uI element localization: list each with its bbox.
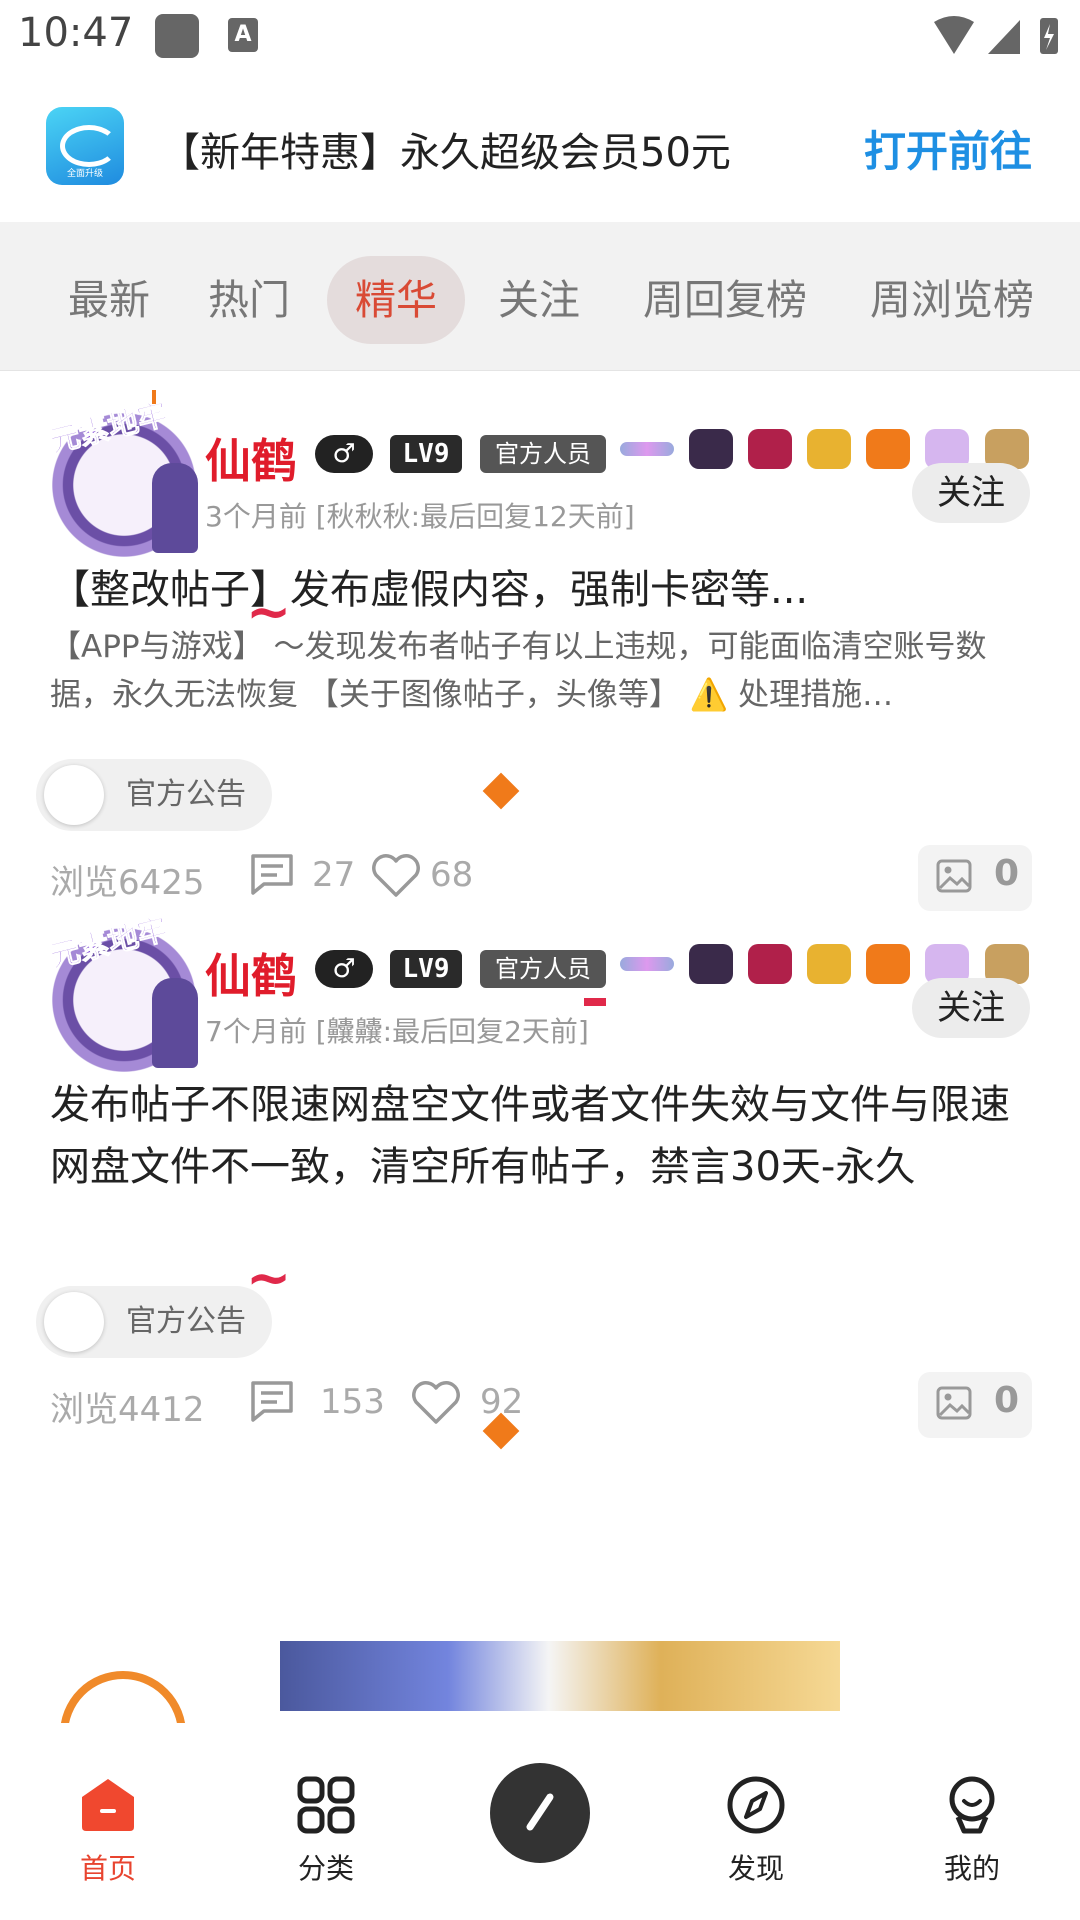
- promo-banner[interactable]: 全面升级 【新年特惠】永久超级会员50元 打开前往: [0, 90, 1080, 222]
- official-announcement-toggle[interactable]: 官方公告: [36, 1286, 272, 1358]
- nav-home-label: 首页: [79, 1852, 136, 1885]
- medal-badge: [689, 429, 734, 469]
- medal-badge: [748, 429, 793, 469]
- follow-button[interactable]: 关注: [912, 978, 1030, 1038]
- nav-discover-label: 发现: [727, 1852, 784, 1885]
- level-badge: LV9: [390, 435, 462, 473]
- app-logo-icon: 全面升级: [46, 107, 124, 185]
- post-meta: 7个月前 [齉齉:最后回复2天前]: [205, 1015, 589, 1048]
- gender-male-badge: ♂: [315, 950, 373, 988]
- notification-square-icon: [155, 14, 199, 58]
- post-card[interactable]: 元素地牢 仙鹤 ♂ LV9 官方人员 关注 7个月前 [齉齉:最后回复2天前] …: [0, 886, 1080, 1506]
- promo-text: 【新年特惠】永久超级会员50元: [160, 130, 731, 176]
- avatar-character: [152, 978, 198, 1068]
- medal-badge: [807, 429, 852, 469]
- post-title[interactable]: 【整改帖子】发布虚假内容，强制卡密等...: [50, 559, 1040, 621]
- promo-open-link[interactable]: 打开前往: [864, 118, 1032, 179]
- image-count-badge[interactable]: 0: [918, 1372, 1032, 1438]
- toggle-knob: [44, 1292, 104, 1352]
- medal-badge: [689, 944, 734, 984]
- nav-category[interactable]: 分类: [246, 1723, 406, 1920]
- toggle-knob: [44, 765, 104, 825]
- post-feed[interactable]: 元素地牢 仙鹤 ♂ LV9 官方人员 关注 3个月前 [秋秋秋:最后回复12天前…: [0, 371, 1080, 1723]
- confetti-piece: [152, 390, 156, 404]
- compose-icon: [526, 1793, 554, 1831]
- partial-avatar: [60, 1671, 186, 1723]
- image-count: 0: [994, 1380, 1020, 1421]
- post-stats: 浏览4412 153 92: [50, 1374, 1040, 1434]
- profile-icon: [949, 1776, 995, 1834]
- official-staff-badge: 官方人员: [480, 950, 606, 988]
- medal-badge: [620, 442, 674, 456]
- post-summary[interactable]: 【APP与游戏】 ～发现发布者帖子有以上违规，可能面临清空账号数据，永久无法恢复…: [50, 623, 1040, 719]
- author-name[interactable]: 仙鹤: [205, 940, 297, 1006]
- view-count: 浏览4412: [50, 1390, 205, 1430]
- status-bar: 10:47 A: [0, 0, 1080, 72]
- comment-count: 153: [320, 1382, 385, 1422]
- nav-category-label: 分类: [297, 1852, 354, 1885]
- nav-profile-label: 我的: [943, 1852, 1000, 1885]
- keyboard-icon: A: [228, 18, 258, 52]
- tab-latest[interactable]: 最新: [40, 256, 178, 344]
- post-title[interactable]: 发布帖子不限速网盘空文件或者文件失效与文件与限速网盘文件不一致，清空所有帖子，禁…: [50, 1074, 1040, 1198]
- tab-featured[interactable]: 精华: [327, 256, 465, 344]
- avatar-character: [152, 463, 198, 553]
- author-name[interactable]: 仙鹤: [205, 425, 297, 491]
- bottom-nav: 首页 分类 发现 我的: [0, 1723, 1080, 1920]
- status-time: 10:47: [18, 10, 134, 56]
- post-meta: 3个月前 [秋秋秋:最后回复12天前]: [205, 500, 635, 533]
- grid-icon: [297, 1776, 355, 1834]
- confetti-squiggle: ~: [246, 1246, 292, 1309]
- feed-tabs: 最新 热门 精华 关注 周回复榜 周浏览榜: [0, 222, 1080, 371]
- tab-hot[interactable]: 热门: [180, 256, 318, 344]
- comment-icon[interactable]: [250, 1380, 294, 1422]
- home-icon: [82, 1779, 134, 1831]
- medal-badge: [866, 944, 911, 984]
- nav-home[interactable]: 首页: [28, 1723, 188, 1920]
- tab-weekly-replies[interactable]: 周回复榜: [615, 256, 835, 344]
- avatar[interactable]: 元素地牢: [46, 911, 198, 1074]
- tab-following[interactable]: 关注: [470, 256, 608, 344]
- image-icon: [936, 1386, 972, 1420]
- medal-badge: [620, 957, 674, 971]
- gender-male-badge: ♂: [315, 435, 373, 473]
- like-heart-icon[interactable]: [410, 1380, 462, 1426]
- confetti-squiggle: ~: [246, 580, 292, 643]
- fireworks-effect: [280, 1641, 840, 1711]
- tab-weekly-views[interactable]: 周浏览榜: [842, 256, 1062, 344]
- nav-profile[interactable]: 我的: [892, 1723, 1052, 1920]
- avatar-frame-text: 元素地牢: [46, 911, 172, 975]
- level-badge: LV9: [390, 950, 462, 988]
- medal-badge: [807, 944, 852, 984]
- medal-badge: [748, 944, 793, 984]
- signal-battery-icons: [934, 16, 1058, 54]
- follow-button[interactable]: 关注: [912, 463, 1030, 523]
- avatar[interactable]: 元素地牢: [46, 396, 198, 559]
- tag-label: 官方公告: [126, 777, 246, 812]
- medal-badge: [866, 429, 911, 469]
- official-staff-badge: 官方人员: [480, 435, 606, 473]
- tag-label: 官方公告: [126, 1304, 246, 1339]
- compass-icon: [727, 1776, 785, 1834]
- compose-button[interactable]: [490, 1763, 590, 1863]
- confetti-piece: [584, 998, 606, 1006]
- official-announcement-toggle[interactable]: 官方公告: [36, 759, 272, 831]
- app-logo-caption: 全面升级: [66, 169, 103, 179]
- nav-discover[interactable]: 发现: [676, 1723, 836, 1920]
